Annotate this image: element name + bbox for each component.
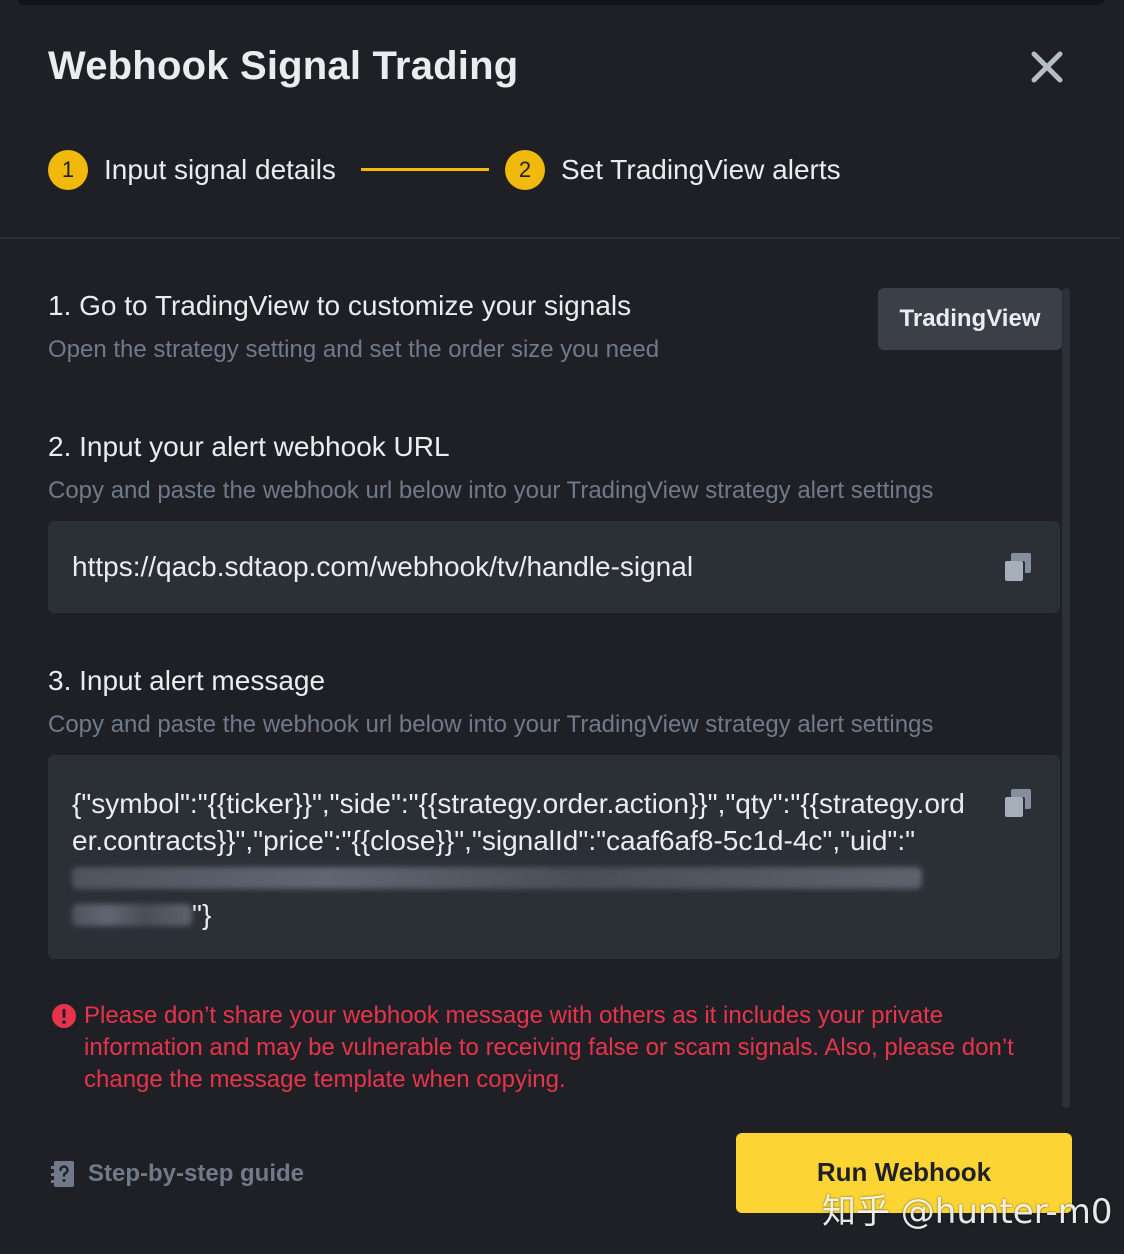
modal-content: 1. Go to TradingView to customize your s… [48, 240, 1064, 1110]
step-2-label: Set TradingView alerts [561, 154, 841, 185]
webhook-url-text: https://qacb.sdtaop.com/webhook/tv/handl… [72, 551, 694, 582]
warning-text: Please don’t share your webhook message … [84, 1002, 1014, 1093]
section-1-title: 1. Go to TradingView to customize your s… [48, 290, 632, 321]
tradingview-button[interactable]: TradingView [878, 288, 1062, 350]
copy-url-icon[interactable] [1002, 551, 1034, 583]
section-1-description: Open the strategy setting and set the or… [48, 336, 660, 363]
redacted-uid-part-2 [72, 904, 192, 926]
header-divider [0, 237, 1120, 239]
modal-top-edge [18, 0, 1104, 5]
step-by-step-guide-link[interactable]: Step-by-step guide [50, 1158, 304, 1190]
webhook-modal: Webhook Signal Trading 1 Input signal de… [0, 0, 1124, 1254]
copy-message-icon[interactable] [1002, 787, 1034, 819]
step-connector-line [361, 168, 489, 171]
section-3-title: 3. Input alert message [48, 665, 326, 696]
section-2-description: Copy and paste the webhook url below int… [48, 477, 934, 504]
alert-message-box: {"symbol":"{{ticker}}","side":"{{strateg… [48, 755, 1060, 959]
webhook-url-box: https://qacb.sdtaop.com/webhook/tv/handl… [48, 521, 1060, 613]
close-button[interactable] [1024, 44, 1070, 90]
alert-message-end: "} [192, 899, 212, 930]
section-3-description: Copy and paste the webhook url below int… [48, 711, 934, 738]
step-1-number: 1 [48, 150, 88, 190]
alert-message-text: {"symbol":"{{ticker}}","side":"{{strateg… [72, 785, 972, 933]
warning-icon [52, 1004, 76, 1028]
guide-icon [51, 1161, 74, 1187]
modal-title: Webhook Signal Trading [48, 44, 519, 88]
close-icon [1031, 51, 1063, 83]
content-scrollbar[interactable] [1062, 288, 1070, 1108]
redacted-uid-part-1 [72, 867, 922, 889]
guide-label: Step-by-step guide [88, 1160, 305, 1187]
alert-message-visible: {"symbol":"{{ticker}}","side":"{{strateg… [72, 788, 965, 856]
section-2-title: 2. Input your alert webhook URL [48, 431, 450, 462]
stepper: 1 Input signal details 2 Set TradingView… [48, 150, 1048, 190]
step-2-number: 2 [505, 150, 545, 190]
step-1-label: Input signal details [104, 154, 336, 185]
zhihu-watermark: 知乎 @hunter-m0 [822, 1192, 1113, 1232]
